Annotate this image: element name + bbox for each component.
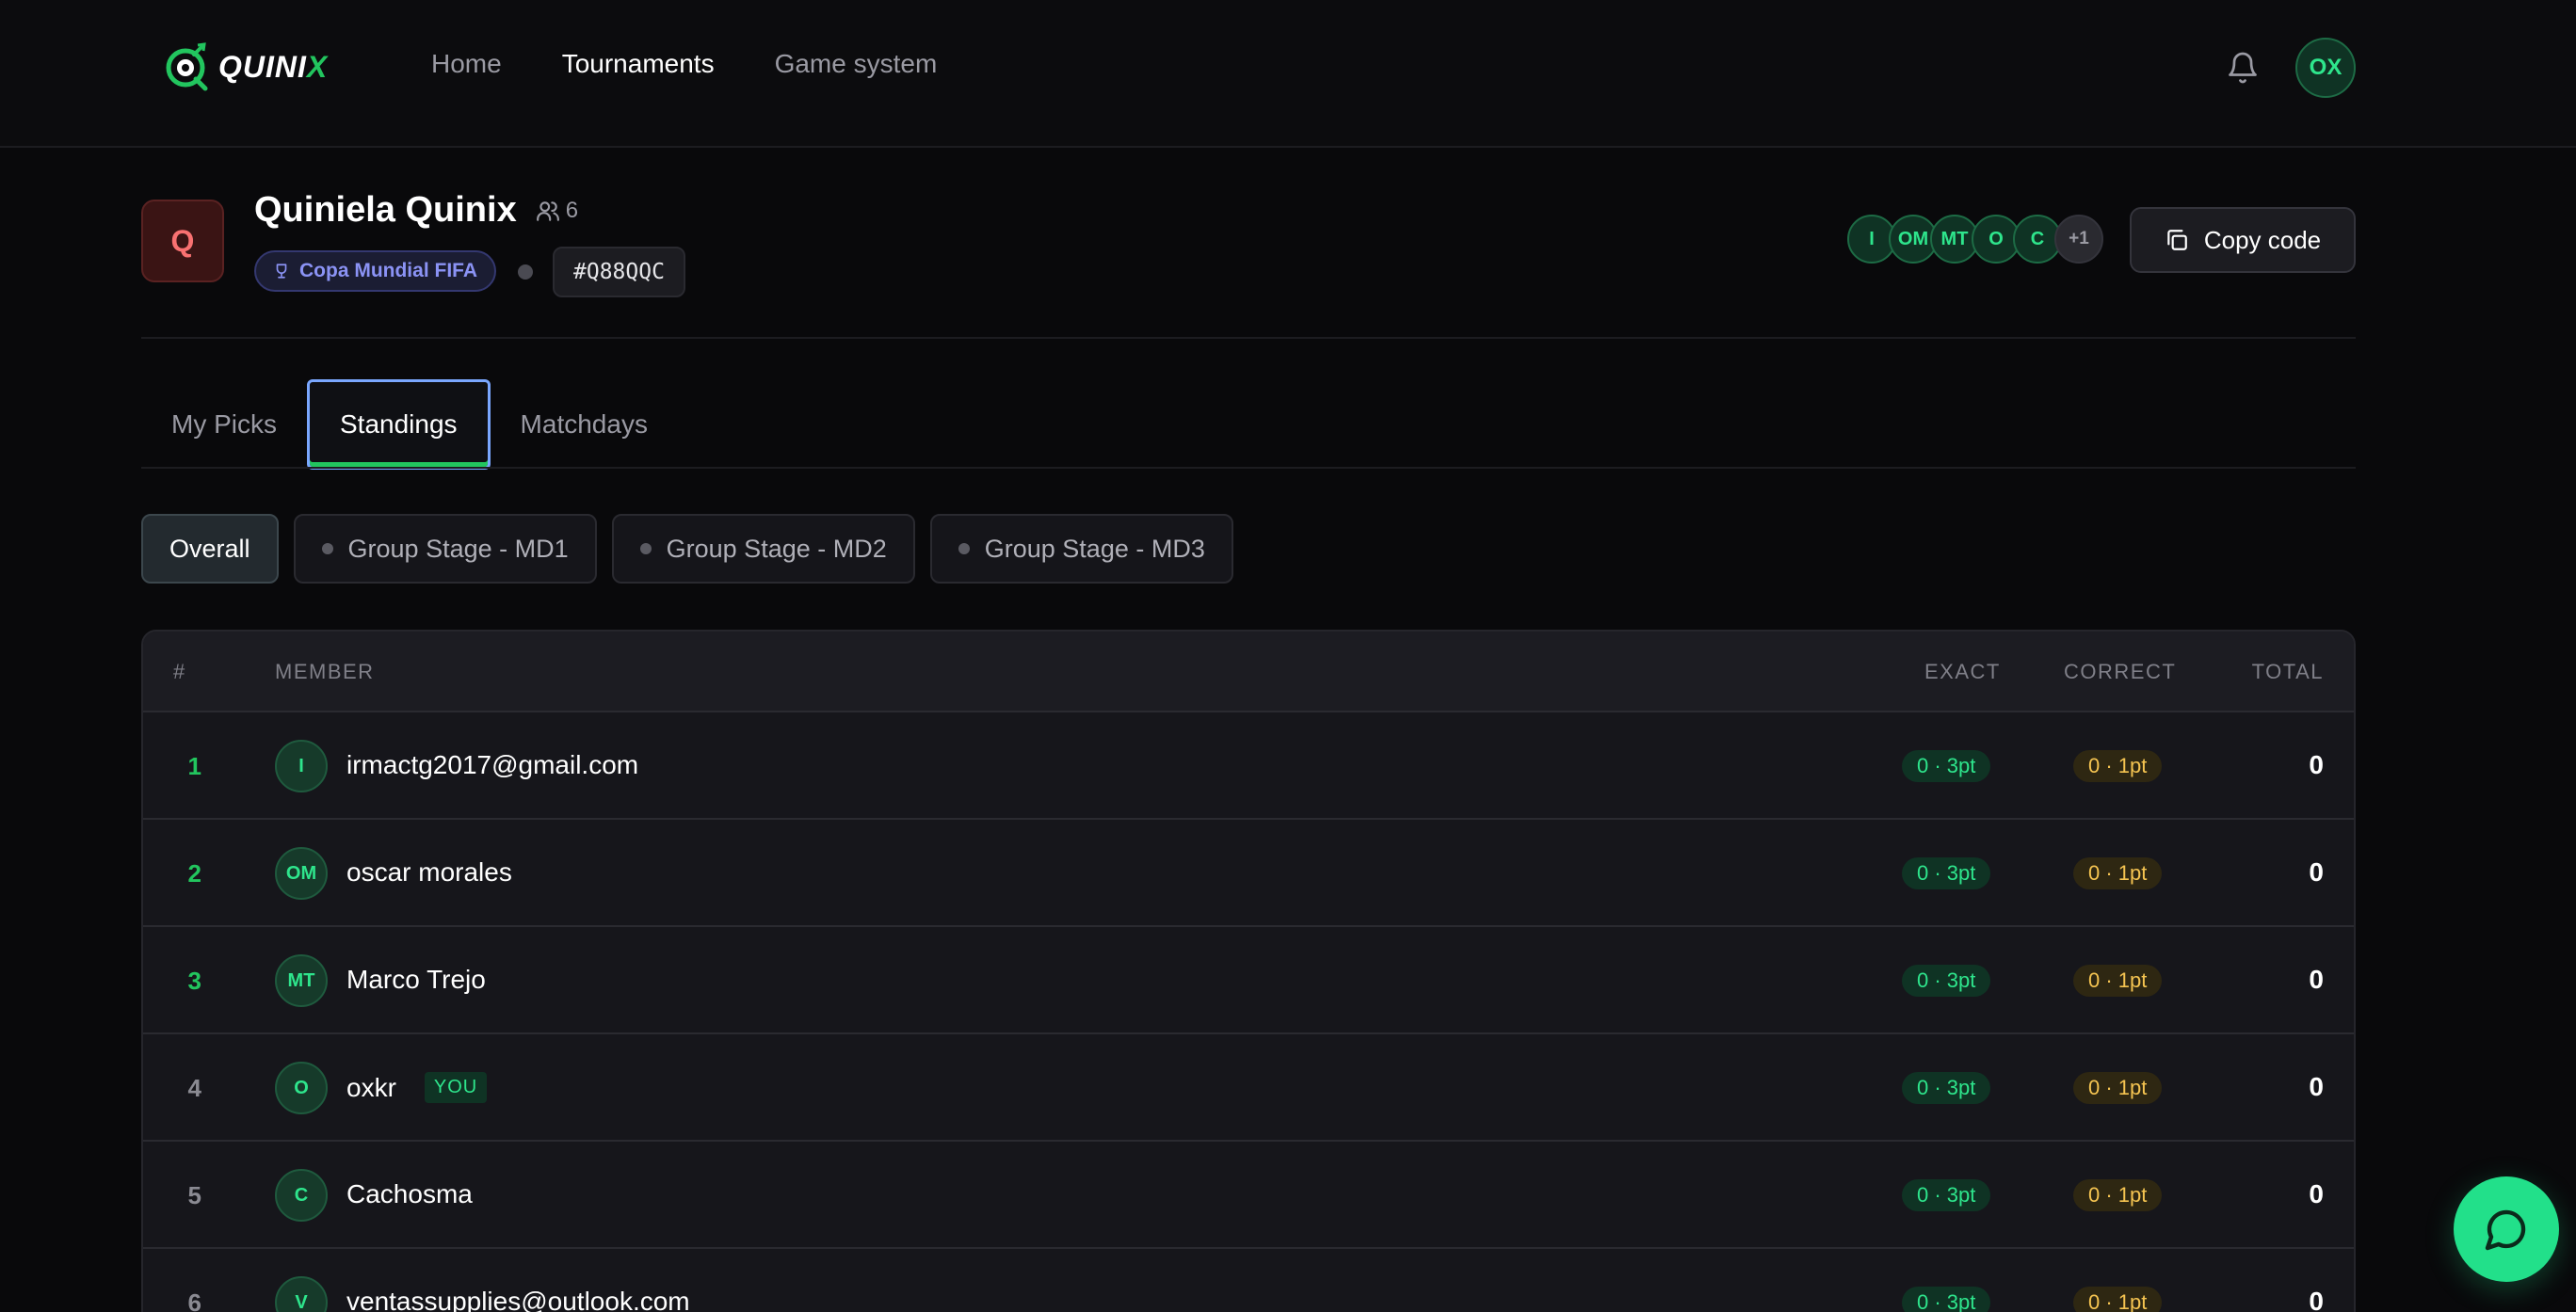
filter-label: Group Stage - MD3 — [984, 534, 1205, 563]
member-count: 6 — [536, 198, 578, 224]
exact-pill: 0 · 3pt — [1902, 1287, 1991, 1312]
nav-game-system[interactable]: Game system — [775, 49, 938, 79]
chat-button[interactable] — [2454, 1176, 2559, 1282]
total-points: 0 — [2309, 1287, 2324, 1312]
table-row[interactable]: 5 C Cachosma 0 · 3pt 0 · 1pt 0 — [143, 1142, 2354, 1249]
table-row[interactable]: 4 O oxkr YOU 0 · 3pt 0 · 1pt 0 — [143, 1034, 2354, 1142]
avatar: MT — [275, 954, 328, 1007]
row-rank: 3 — [187, 967, 201, 995]
user-avatar[interactable]: OX — [2295, 38, 2356, 98]
col-total: TOTAL — [2251, 660, 2324, 683]
quinix-logo[interactable]: QUINIX — [162, 41, 328, 92]
group-name: Quiniela Quinix — [254, 190, 517, 230]
stage-filters: Overall Group Stage - MD1 Group Stage - … — [141, 514, 1233, 584]
tab-bar: My Picks Standings Matchdays — [141, 379, 678, 470]
member-name: irmactg2017@gmail.com — [346, 750, 639, 779]
table-row[interactable]: 1 I irmactg2017@gmail.com 0 · 3pt 0 · 1p… — [143, 712, 2354, 820]
status-dot — [958, 543, 970, 554]
status-dot — [639, 543, 652, 554]
correct-pill: 0 · 1pt — [2073, 857, 2163, 889]
row-rank: 4 — [187, 1074, 201, 1102]
row-rank: 1 — [187, 752, 201, 780]
member-name: ventassupplies@outlook.com — [346, 1287, 690, 1312]
filter-md1[interactable]: Group Stage - MD1 — [293, 514, 597, 584]
col-exact: EXACT — [1924, 660, 2001, 683]
avatar: C — [275, 1169, 328, 1222]
bell-icon[interactable] — [2226, 51, 2260, 85]
table-row[interactable]: 3 MT Marco Trejo 0 · 3pt 0 · 1pt 0 — [143, 927, 2354, 1034]
filter-overall[interactable]: Overall — [141, 514, 279, 584]
filter-label: Group Stage - MD1 — [347, 534, 569, 563]
users-icon — [536, 200, 559, 221]
copy-code-label: Copy code — [2203, 225, 2322, 254]
member-name: oscar morales — [346, 857, 512, 887]
col-correct: CORRECT — [2064, 660, 2177, 683]
correct-pill: 0 · 1pt — [2073, 1072, 2163, 1104]
table-row[interactable]: 2 OM oscar morales 0 · 3pt 0 · 1pt 0 — [143, 820, 2354, 927]
status-dot — [321, 543, 333, 554]
tournament-pill[interactable]: Copa Mundial FIFA — [254, 250, 496, 292]
member-name: oxkr YOU — [346, 1072, 488, 1103]
copy-icon — [2167, 230, 2187, 250]
total-points: 0 — [2309, 857, 2324, 887]
col-rank: # — [173, 660, 186, 683]
avatar: I — [275, 740, 328, 792]
correct-pill: 0 · 1pt — [2073, 1179, 2163, 1211]
divider — [141, 337, 2356, 339]
tab-matchdays[interactable]: Matchdays — [491, 379, 678, 470]
table-row[interactable]: 6 V ventassupplies@outlook.com 0 · 3pt 0… — [143, 1249, 2354, 1312]
separator-dot — [518, 264, 533, 280]
filter-label: Group Stage - MD2 — [666, 534, 887, 563]
avatar: O — [275, 1062, 328, 1114]
main-nav: Home Tournaments Game system — [431, 49, 997, 79]
correct-pill: 0 · 1pt — [2073, 750, 2163, 782]
member-avatar-stack[interactable]: I OM MT O C +1 — [1847, 215, 2103, 264]
correct-pill: 0 · 1pt — [2073, 1287, 2163, 1312]
exact-pill: 0 · 3pt — [1902, 750, 1991, 782]
exact-pill: 0 · 3pt — [1902, 965, 1991, 997]
nav-tournaments[interactable]: Tournaments — [562, 49, 715, 79]
tournament-label: Copa Mundial FIFA — [299, 260, 477, 281]
avatar: OM — [275, 847, 328, 900]
row-rank: 6 — [187, 1288, 201, 1312]
member-name: Marco Trejo — [346, 965, 486, 994]
correct-pill: 0 · 1pt — [2073, 965, 2163, 997]
total-points: 0 — [2309, 1072, 2324, 1101]
total-points: 0 — [2309, 1179, 2324, 1208]
member-count-value: 6 — [565, 197, 579, 223]
row-rank: 2 — [187, 859, 201, 888]
divider — [141, 467, 2356, 469]
tab-standings[interactable]: Standings — [307, 379, 491, 470]
more-members-badge: +1 — [2054, 215, 2103, 264]
filter-label: Overall — [169, 534, 250, 563]
table-header: # MEMBER EXACT CORRECT TOTAL — [143, 632, 2354, 712]
you-badge: YOU — [424, 1072, 488, 1103]
avatar: V — [275, 1276, 328, 1312]
filter-md3[interactable]: Group Stage - MD3 — [929, 514, 1233, 584]
trophy-icon — [276, 264, 287, 279]
member-name: Cachosma — [346, 1179, 473, 1208]
filter-md2[interactable]: Group Stage - MD2 — [611, 514, 915, 584]
logo-text: QUINIX — [218, 49, 329, 84]
col-member: MEMBER — [275, 660, 375, 683]
exact-pill: 0 · 3pt — [1902, 1072, 1991, 1104]
row-rank: 5 — [187, 1181, 201, 1209]
invite-code[interactable]: #Q88QQC — [553, 247, 685, 297]
chat-icon — [2485, 1209, 2526, 1251]
group-badge: Q — [141, 200, 224, 282]
total-points: 0 — [2309, 965, 2324, 994]
logo-icon — [166, 42, 208, 91]
group-header: Quiniela Quinix 6 — [254, 190, 578, 231]
standings-table: # MEMBER EXACT CORRECT TOTAL 1 I irmactg… — [141, 630, 2356, 1312]
total-points: 0 — [2309, 750, 2324, 779]
tab-my-picks[interactable]: My Picks — [141, 379, 307, 470]
top-navbar: QUINIX Home Tournaments Game system OX — [0, 0, 2576, 148]
copy-code-button[interactable]: Copy code — [2130, 207, 2356, 273]
exact-pill: 0 · 3pt — [1902, 1179, 1991, 1211]
exact-pill: 0 · 3pt — [1902, 857, 1991, 889]
nav-home[interactable]: Home — [431, 49, 502, 79]
